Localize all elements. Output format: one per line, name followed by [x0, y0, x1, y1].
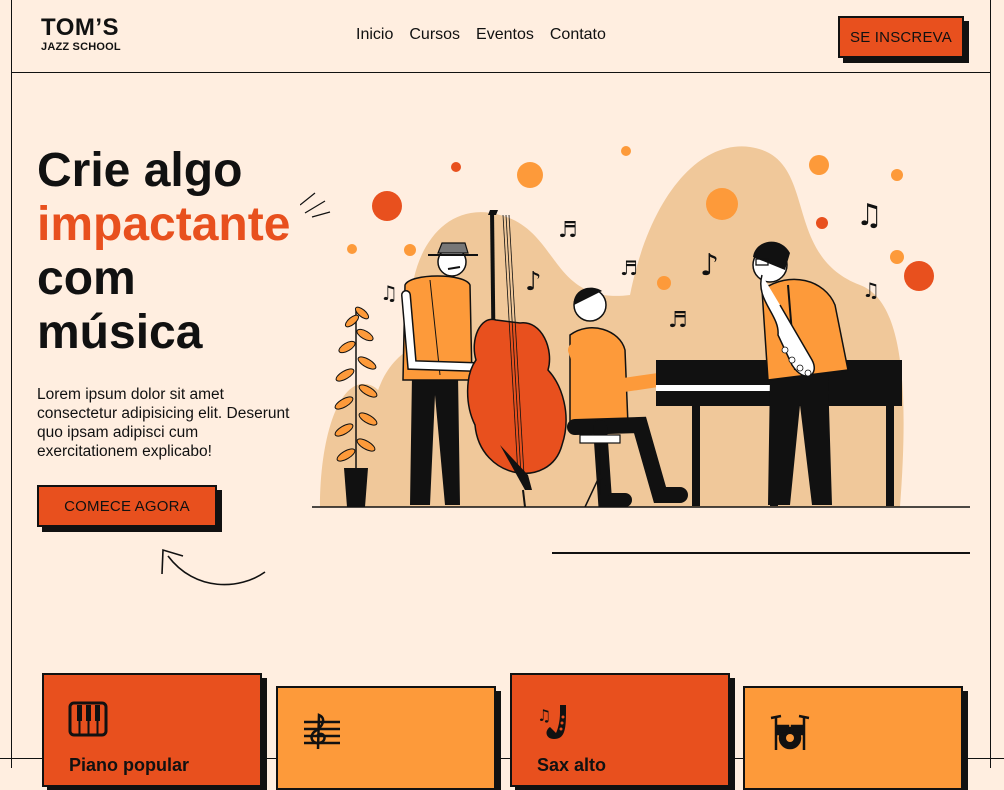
svg-text:♬: ♬ — [558, 218, 578, 243]
svg-text:♫: ♫ — [380, 281, 398, 305]
svg-text:♫: ♫ — [862, 278, 880, 302]
hero-title: Crie algo impactante com música — [37, 144, 290, 360]
course-card-piano[interactable]: Piano popular — [42, 673, 262, 787]
hero-title-line-3: com — [37, 252, 136, 305]
svg-text:♬: ♬ — [668, 308, 688, 333]
logo-main-text: TOM’S — [41, 14, 120, 41]
nav-item-contato[interactable]: Contato — [550, 26, 606, 44]
curved-arrow-icon — [161, 548, 266, 586]
page-frame-right — [990, 0, 991, 768]
svg-text:♬: ♬ — [620, 256, 638, 280]
logo-sub-text: JAZZ SCHOOL — [41, 41, 121, 53]
nav-item-inicio[interactable]: Inicio — [356, 26, 393, 44]
music-staff-icon — [304, 713, 340, 750]
nav-item-cursos[interactable]: Cursos — [409, 26, 460, 44]
course-title-sax: Sax alto — [537, 755, 607, 775]
hero-title-line-1: Crie algo — [37, 144, 243, 197]
signup-button[interactable]: SE INSCREVA — [838, 16, 964, 58]
jazz-band-illustration: ♫ ♪ ♬ ♬ ♬ ♪ ♫ ♫ — [300, 146, 970, 508]
svg-text:♫: ♫ — [537, 706, 551, 725]
drums-icon — [770, 714, 810, 750]
hero-floor-line — [552, 552, 970, 554]
saxophone-icon: ♫ — [537, 705, 566, 739]
nav-item-eventos[interactable]: Eventos — [476, 26, 534, 44]
course-card-drums[interactable] — [743, 686, 963, 790]
piano-icon — [68, 701, 108, 737]
page-frame-left — [11, 0, 12, 768]
hero-description: Lorem ipsum dolor sit amet consectetur a… — [37, 386, 290, 460]
logo[interactable]: TOM’S JAZZ SCHOOL — [41, 16, 121, 53]
hero-title-accent: impactante — [37, 198, 291, 251]
course-card-sax[interactable]: ♫ Sax alto — [510, 673, 730, 787]
start-now-button[interactable]: COMECE AGORA — [37, 485, 217, 527]
svg-text:♪: ♪ — [700, 248, 719, 283]
course-card-theory[interactable] — [276, 686, 496, 790]
hero-title-line-4: música — [37, 306, 203, 359]
svg-text:♪: ♪ — [525, 267, 542, 297]
header-divider — [11, 72, 991, 73]
svg-text:♫: ♫ — [856, 198, 883, 233]
main-nav: Inicio Cursos Eventos Contato — [356, 26, 606, 44]
course-title-piano: Piano popular — [69, 755, 190, 775]
